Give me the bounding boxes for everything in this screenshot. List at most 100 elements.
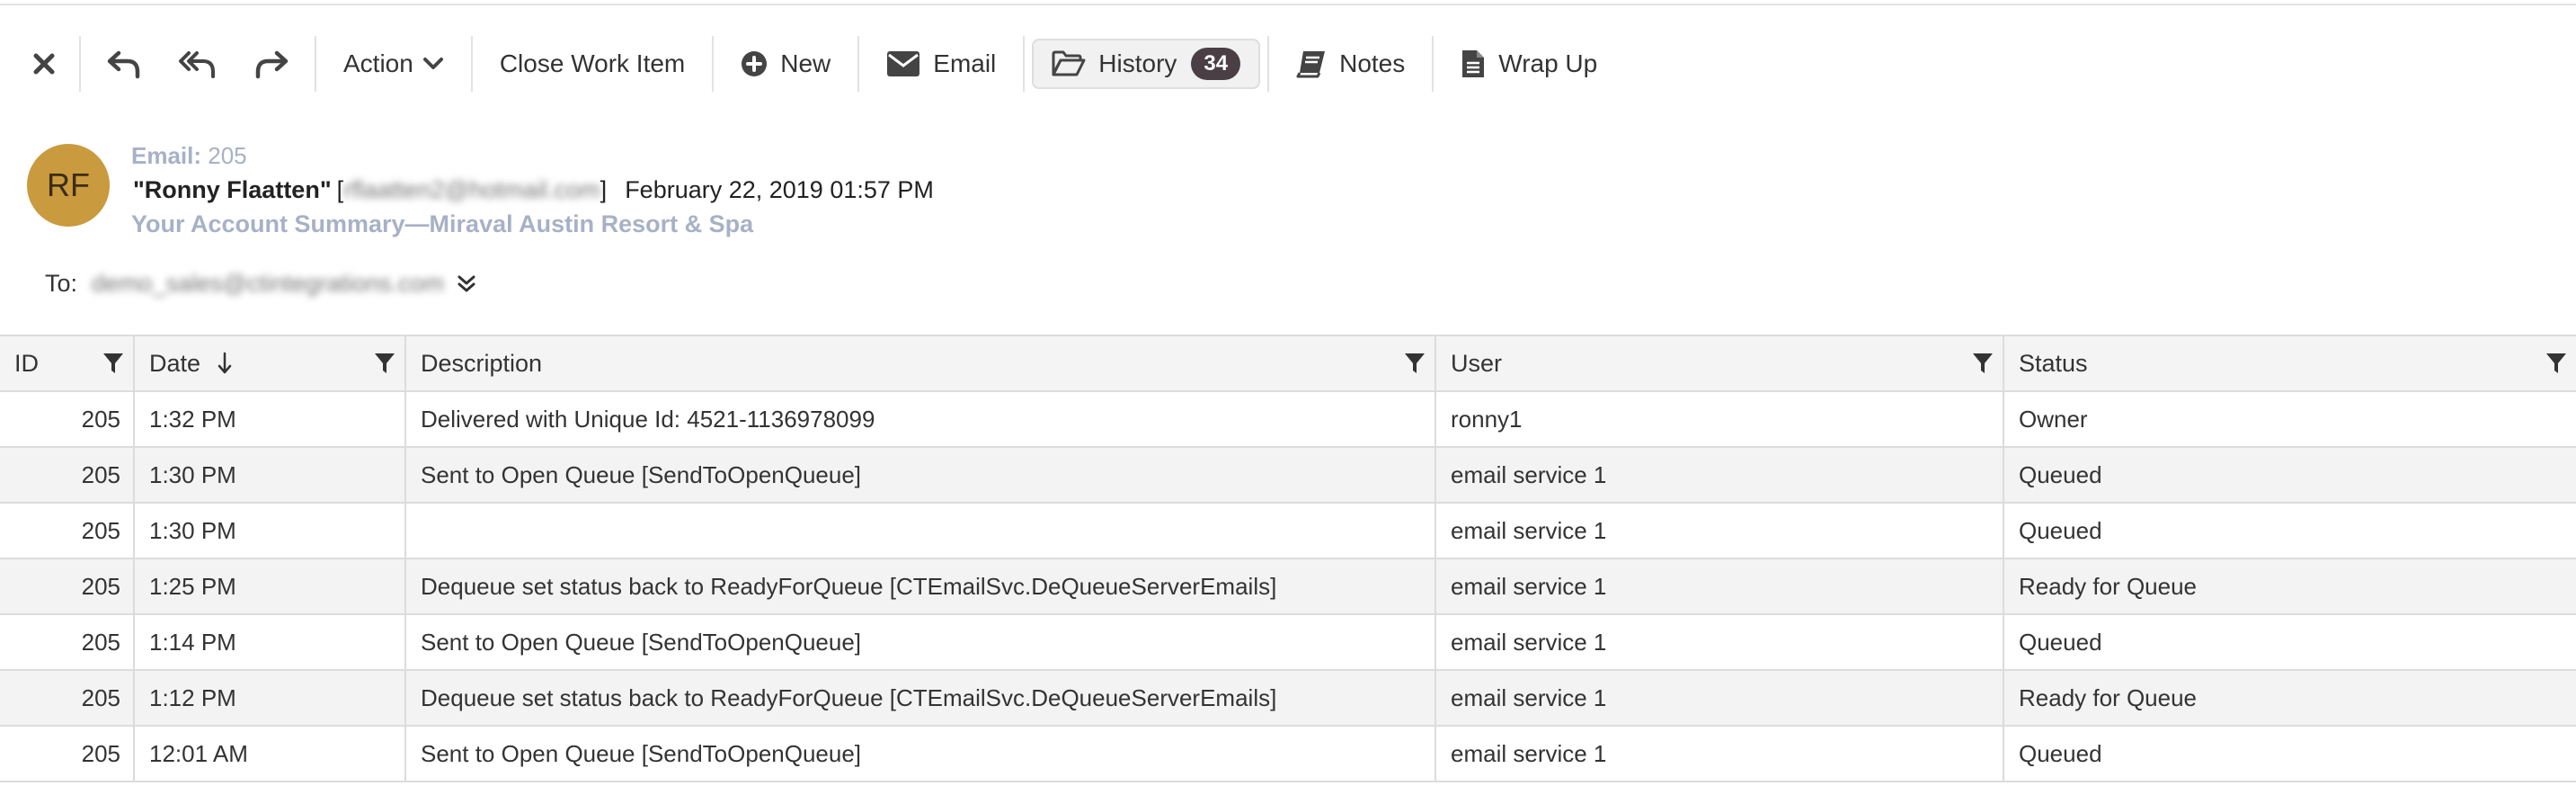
- toolbar-divider: [1023, 36, 1026, 92]
- book-icon: [1296, 49, 1327, 78]
- action-label: Action: [343, 49, 413, 77]
- close-work-item-label: Close Work Item: [499, 49, 686, 77]
- cell-date: 1:32 PM: [135, 392, 406, 446]
- table-row[interactable]: 205 1:14 PM Sent to Open Queue [SendToOp…: [0, 615, 2576, 671]
- to-label: To:: [45, 270, 78, 297]
- table-row[interactable]: 205 1:25 PM Dequeue set status back to R…: [0, 559, 2576, 615]
- cell-date: 1:30 PM: [135, 448, 406, 502]
- reply-all-button[interactable]: [160, 25, 235, 103]
- avatar-initials: RF: [47, 166, 90, 203]
- column-header-description[interactable]: Description: [406, 336, 1436, 390]
- cell-id: 205: [0, 504, 135, 558]
- cell-user: email service 1: [1436, 727, 2004, 781]
- table-row[interactable]: 205 1:30 PM email service 1 Queued: [0, 504, 2576, 559]
- column-header-date[interactable]: Date: [135, 336, 406, 390]
- cell-id: 205: [0, 559, 135, 613]
- filter-icon[interactable]: [1972, 352, 1994, 375]
- cell-description: Sent to Open Queue [SendToOpenQueue]: [406, 727, 1436, 781]
- cell-date: 1:12 PM: [135, 671, 406, 725]
- cell-description: Dequeue set status back to ReadyForQueue…: [406, 671, 1436, 725]
- cell-id: 205: [0, 448, 135, 502]
- close-icon: [32, 52, 56, 76]
- document-icon: [1461, 49, 1486, 79]
- table-header: ID Date Description User Status: [0, 336, 2576, 392]
- forward-icon: [253, 48, 289, 80]
- history-label: History: [1098, 49, 1177, 77]
- email-id-label: Email:: [131, 142, 202, 169]
- email-id-value: 205: [208, 142, 247, 169]
- column-header-id-label: ID: [14, 349, 39, 377]
- cell-user: email service 1: [1436, 671, 2004, 725]
- email-button[interactable]: Email: [859, 25, 1023, 103]
- reply-icon: [106, 48, 142, 80]
- cell-description: Sent to Open Queue [SendToOpenQueue]: [406, 615, 1436, 669]
- sender-line: "Ronny Flaatten" [rflaatten2@hotmail.com…: [133, 176, 934, 204]
- notes-label: Notes: [1339, 49, 1406, 77]
- cell-date: 1:14 PM: [135, 615, 406, 669]
- column-header-description-label: Description: [421, 349, 543, 377]
- table-row[interactable]: 205 1:30 PM Sent to Open Queue [SendToOp…: [0, 448, 2576, 504]
- history-button[interactable]: History 34: [1032, 39, 1261, 89]
- cell-status: Ready for Queue: [2019, 683, 2198, 711]
- chevron-down-icon: [422, 57, 444, 71]
- plus-circle-icon: [741, 50, 768, 77]
- cell-user: ronny1: [1436, 392, 2004, 446]
- to-address: demo_sales@ctintegrations.com: [92, 270, 445, 297]
- top-border: [0, 0, 2576, 5]
- filter-icon[interactable]: [1404, 352, 1426, 375]
- cell-date: 1:30 PM: [135, 504, 406, 558]
- expand-recipients-icon[interactable]: [455, 272, 478, 296]
- cell-user: email service 1: [1436, 448, 2004, 502]
- filter-icon[interactable]: [374, 352, 395, 375]
- cell-description: [406, 504, 1436, 558]
- cell-description: Sent to Open Queue [SendToOpenQueue]: [406, 448, 1436, 502]
- email-id: Email: 205: [131, 142, 247, 170]
- notes-button[interactable]: Notes: [1269, 25, 1432, 103]
- cell-user: email service 1: [1436, 504, 2004, 558]
- table-row[interactable]: 205 12:01 AM Sent to Open Queue [SendToO…: [0, 727, 2576, 782]
- column-header-id[interactable]: ID: [0, 336, 135, 390]
- sender-name: "Ronny Flaatten": [133, 176, 332, 203]
- cell-status: Queued: [2019, 628, 2102, 656]
- close-button[interactable]: [20, 25, 79, 103]
- recipient-line: To: demo_sales@ctintegrations.com: [45, 270, 478, 298]
- email-date: February 22, 2019 01:57 PM: [625, 176, 934, 203]
- sender-email-address: rflaatten2@hotmail.com: [343, 176, 600, 203]
- cell-id: 205: [0, 615, 135, 669]
- cell-date: 1:25 PM: [135, 559, 406, 613]
- history-count-badge: 34: [1191, 48, 1241, 80]
- cell-description: Dequeue set status back to ReadyForQueue…: [406, 559, 1436, 613]
- filter-icon[interactable]: [2545, 352, 2567, 375]
- envelope-icon: [886, 50, 920, 77]
- reply-all-icon: [178, 48, 218, 80]
- sender-email: [rflaatten2@hotmail.com]: [336, 176, 608, 203]
- table-row[interactable]: 205 1:12 PM Dequeue set status back to R…: [0, 671, 2576, 727]
- table-row[interactable]: 205 1:32 PM Delivered with Unique Id: 45…: [0, 392, 2576, 448]
- toolbar: Action Close Work Item New Email History…: [0, 25, 2576, 103]
- wrap-up-label: Wrap Up: [1498, 49, 1598, 77]
- close-work-item-button[interactable]: Close Work Item: [473, 25, 712, 103]
- cell-status: Queued: [2019, 516, 2102, 544]
- wrap-up-button[interactable]: Wrap Up: [1434, 25, 1624, 103]
- new-label: New: [780, 49, 831, 77]
- email-label: Email: [933, 49, 997, 77]
- cell-user: email service 1: [1436, 559, 2004, 613]
- sort-descending-icon[interactable]: [217, 352, 233, 375]
- reply-button[interactable]: [81, 25, 160, 103]
- action-dropdown[interactable]: Action: [316, 25, 471, 103]
- cell-status: Queued: [2019, 739, 2102, 767]
- history-table: ID Date Description User Status 205 1:32…: [0, 335, 2576, 782]
- forward-button[interactable]: [235, 25, 315, 103]
- cell-user: email service 1: [1436, 615, 2004, 669]
- column-header-date-label: Date: [149, 349, 201, 377]
- folder-open-icon: [1052, 50, 1086, 77]
- column-header-user[interactable]: User: [1436, 336, 2004, 390]
- filter-icon[interactable]: [102, 352, 124, 375]
- cell-status: Ready for Queue: [2019, 572, 2198, 600]
- cell-description: Delivered with Unique Id: 4521-113697809…: [406, 392, 1436, 446]
- column-header-status[interactable]: Status: [2004, 336, 2576, 390]
- cell-date: 12:01 AM: [135, 727, 406, 781]
- column-header-status-label: Status: [2019, 349, 2088, 377]
- new-button[interactable]: New: [714, 25, 857, 103]
- cell-status: Queued: [2019, 460, 2102, 488]
